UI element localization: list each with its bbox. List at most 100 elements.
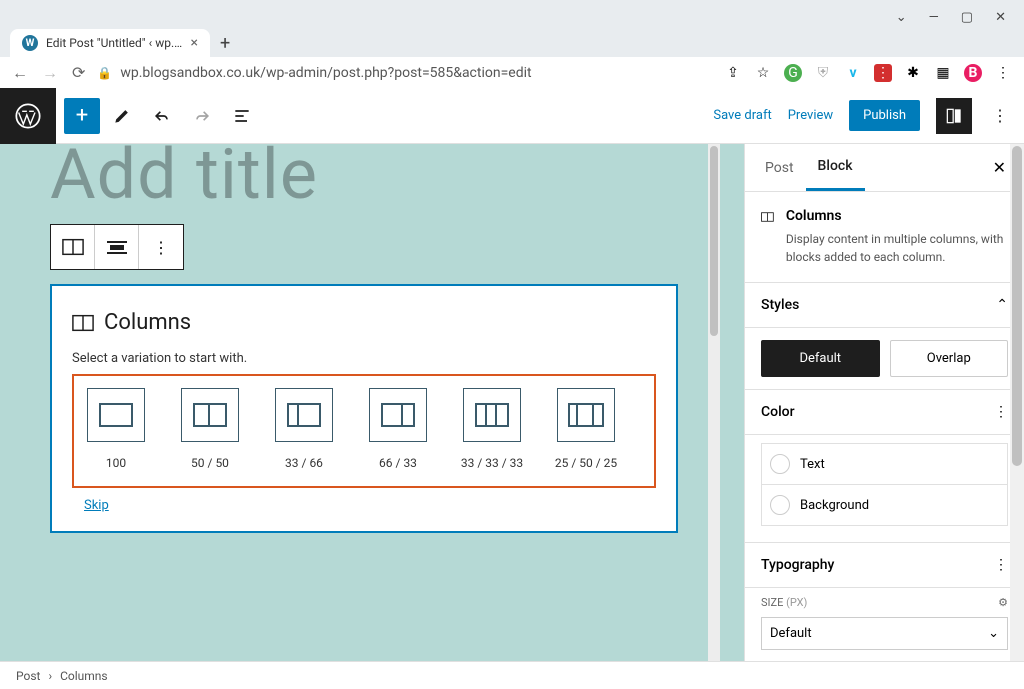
columns-prompt: Select a variation to start with. — [72, 351, 656, 366]
typography-panel-body: SIZE (PX) ⚙ Default ⌄ — [745, 588, 1024, 658]
variation-100[interactable]: 100 — [84, 388, 148, 470]
add-block-button[interactable]: + — [64, 98, 100, 134]
variation-label: 100 — [106, 456, 126, 470]
new-tab-button[interactable]: + — [220, 33, 230, 54]
block-name: Columns — [786, 208, 1008, 224]
minimize-icon[interactable]: — — [929, 10, 939, 25]
options-menu-button[interactable]: ⋮ — [988, 98, 1012, 134]
window-controls: ⌄ — ▢ ✕ — [0, 0, 1024, 29]
extensions-icon[interactable]: ✱ — [904, 64, 922, 82]
style-overlap-button[interactable]: Overlap — [890, 340, 1009, 377]
settings-toggle[interactable] — [936, 98, 972, 134]
variation-25-50-25[interactable]: 25 / 50 / 25 — [554, 388, 618, 470]
variation-label: 33 / 33 / 33 — [461, 456, 523, 470]
styles-panel-body: Default Overlap — [745, 328, 1024, 390]
preview-button[interactable]: Preview — [788, 108, 833, 123]
block-options-button[interactable]: ⋮ — [139, 225, 183, 269]
styles-panel-header[interactable]: Styles ⌃ — [745, 283, 1024, 328]
back-button[interactable]: ← — [12, 63, 28, 83]
chevron-down-icon[interactable]: ⌄ — [896, 10, 907, 25]
profile-avatar[interactable]: B — [964, 64, 982, 82]
variation-label: 33 / 66 — [285, 456, 323, 470]
block-info-section: Columns Display content in multiple colu… — [745, 192, 1024, 283]
variation-50-50[interactable]: 50 / 50 — [178, 388, 242, 470]
shield-icon[interactable]: ⛨ — [814, 64, 832, 82]
font-size-select[interactable]: Default ⌄ — [761, 617, 1008, 650]
extension-red-icon[interactable]: ⋮ — [874, 64, 892, 82]
redo-button[interactable] — [184, 98, 220, 134]
wp-editor-topbar: + Save draft Preview Publish ⋮ — [0, 88, 1024, 144]
columns-icon — [72, 314, 94, 332]
breadcrumb-root[interactable]: Post — [16, 669, 40, 683]
lock-icon: 🔒 — [97, 66, 112, 80]
panel-menu-icon[interactable]: ⋮ — [994, 404, 1008, 420]
undo-button[interactable] — [144, 98, 180, 134]
color-panel-header[interactable]: Color ⋮ — [745, 390, 1024, 435]
vimeo-icon[interactable]: v — [844, 64, 862, 82]
variation-33-66[interactable]: 33 / 66 — [272, 388, 336, 470]
breadcrumb-current[interactable]: Columns — [60, 669, 108, 683]
editor-scrollbar[interactable] — [708, 144, 720, 661]
variation-33-33-33[interactable]: 33 / 33 / 33 — [460, 388, 524, 470]
variation-label: 66 / 33 — [379, 456, 417, 470]
skip-link[interactable]: Skip — [84, 498, 109, 513]
style-default-button[interactable]: Default — [761, 340, 880, 377]
chevron-up-icon: ⌃ — [996, 297, 1008, 313]
sidebar-tabs: Post Block ✕ — [745, 144, 1024, 192]
editor-canvas[interactable]: Add title ⋮ Columns Select a variation t… — [0, 144, 744, 661]
color-text-label: Text — [800, 457, 825, 472]
bookmark-icon[interactable]: ☆ — [754, 64, 772, 82]
typography-panel-header[interactable]: Typography ⋮ — [745, 543, 1024, 588]
chevron-down-icon: ⌄ — [988, 626, 999, 641]
tab-close-icon[interactable]: × — [191, 35, 198, 51]
browser-chrome: ⌄ — ▢ ✕ W Edit Post "Untitled" ‹ wp.blog… — [0, 0, 1024, 88]
tab-post[interactable]: Post — [753, 146, 806, 190]
settings-sliders-icon[interactable]: ⚙ — [998, 596, 1008, 609]
url-bar[interactable]: 🔒 wp.blogsandbox.co.uk/wp-admin/post.php… — [97, 65, 712, 81]
wordpress-favicon: W — [22, 35, 38, 51]
columns-block-header: Columns — [72, 310, 656, 335]
color-panel-body: Text Background — [745, 435, 1024, 543]
browser-tab[interactable]: W Edit Post "Untitled" ‹ wp.blogsan… × — [10, 29, 210, 57]
breadcrumb-separator-icon: › — [48, 669, 52, 683]
sidebar-scrollbar[interactable] — [1010, 144, 1024, 661]
variations-grid: 100 50 / 50 33 / 66 66 / 33 33 / 33 / 33 25 /… — [84, 388, 644, 470]
columns-icon — [761, 208, 774, 226]
editor-body: Add title ⋮ Columns Select a variation t… — [0, 144, 1024, 661]
publish-button[interactable]: Publish — [849, 100, 920, 131]
columns-block: Columns Select a variation to start with… — [50, 284, 678, 533]
wordpress-logo[interactable] — [0, 88, 56, 144]
block-type-button[interactable] — [51, 225, 95, 269]
maximize-icon[interactable]: ▢ — [961, 10, 973, 25]
reload-button[interactable]: ⟳ — [72, 63, 85, 83]
typography-label: Typography — [761, 557, 834, 573]
close-window-icon[interactable]: ✕ — [995, 10, 1006, 25]
panel-menu-icon[interactable]: ⋮ — [994, 557, 1008, 573]
variation-label: 50 / 50 — [191, 456, 229, 470]
edit-tool-button[interactable] — [104, 98, 140, 134]
address-bar: ← → ⟳ 🔒 wp.blogsandbox.co.uk/wp-admin/po… — [0, 57, 1024, 89]
save-draft-button[interactable]: Save draft — [713, 108, 771, 123]
variations-highlight-box: 100 50 / 50 33 / 66 66 / 33 33 / 33 / 33 25 /… — [72, 374, 656, 488]
tab-bar: W Edit Post "Untitled" ‹ wp.blogsan… × + — [0, 29, 1024, 57]
align-button[interactable] — [95, 225, 139, 269]
document-overview-button[interactable] — [224, 98, 260, 134]
tab-block[interactable]: Block — [806, 144, 865, 191]
tab-title: Edit Post "Untitled" ‹ wp.blogsan… — [46, 36, 183, 50]
size-value: Default — [770, 626, 812, 641]
share-icon[interactable]: ⇪ — [724, 64, 742, 82]
color-text-row[interactable]: Text — [761, 443, 1008, 484]
post-title-input[interactable]: Add title — [50, 144, 724, 216]
variation-66-33[interactable]: 66 / 33 — [366, 388, 430, 470]
color-label: Color — [761, 404, 795, 420]
reading-list-icon[interactable]: ▦ — [934, 64, 952, 82]
wordpress-icon — [14, 102, 42, 130]
color-background-row[interactable]: Background — [761, 484, 1008, 526]
grammarly-icon[interactable]: G — [784, 64, 802, 82]
forward-button[interactable]: → — [42, 63, 58, 83]
size-unit: (PX) — [786, 596, 807, 609]
columns-heading: Columns — [104, 310, 191, 335]
chrome-menu-icon[interactable]: ⋮ — [994, 64, 1012, 82]
extension-icons: ⇪ ☆ G ⛨ v ⋮ ✱ ▦ B ⋮ — [724, 64, 1012, 82]
settings-sidebar: Post Block ✕ Columns Display content in … — [744, 144, 1024, 661]
